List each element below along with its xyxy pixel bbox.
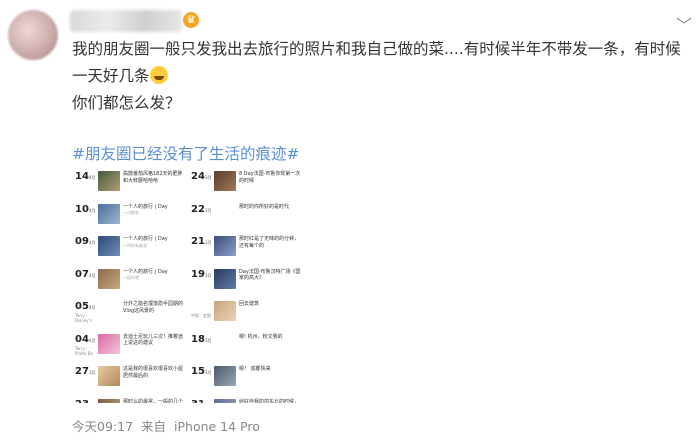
moments-column-left: 14 4月 捣鼓番茄风格182天的肥胖和大鲜蘑哈哈哈 10 4月 一个人的旅行 | Day…: [75, 169, 187, 403]
moment-month: 4月: [89, 240, 96, 245]
moment-day: 07: [75, 268, 89, 280]
moment-text: 那时红是了无味的的分钟，还有每个的: [239, 236, 300, 249]
moment-month: 3月: [89, 370, 96, 375]
moment-day: 05: [75, 301, 89, 312]
moments-screenshot-image[interactable]: 14 4月 捣鼓番茄风格182天的肥胖和大鲜蘑哈哈哈 10 4月 一个人的旅行 | Day…: [73, 165, 305, 403]
moment-day: 10: [75, 203, 89, 215]
moment-month: 3月: [89, 403, 96, 404]
moment-thumbnail[interactable]: [214, 268, 236, 289]
moment-entry[interactable]: 10 4月 一个人的旅行 | Day 一点都有: [75, 202, 187, 235]
moment-thumbnail[interactable]: [98, 398, 120, 403]
moment-day: 19: [191, 268, 205, 280]
verified-badge-icon: ♛: [183, 12, 199, 28]
moment-day: 09: [75, 236, 89, 247]
moment-entry[interactable]: 27 3月 这是我的很喜欢很喜欢小屋居然最后的: [75, 364, 187, 397]
moment-entry[interactable]: 09 4月 一个人的旅行 | Day 一四的有备我: [75, 234, 187, 267]
moment-month: 3月: [205, 272, 212, 278]
moment-thumbnail[interactable]: [98, 333, 120, 354]
moment-month: 4月: [89, 207, 96, 213]
moment-text: 给好自我的前东北的时候，过一次的日: [239, 398, 300, 404]
moment-month: 3月: [205, 370, 212, 375]
laughing-crying-emoji-icon: [149, 66, 168, 84]
post-body: 我的朋友圈一般只发我出去旅行的照片和我自己做的菜....有时候半年不带发一条，有…: [72, 36, 692, 117]
moment-month: 1月: [205, 403, 212, 404]
moment-month: 3月: [205, 337, 212, 343]
moment-day: 31: [191, 399, 205, 404]
moment-entry[interactable]: 05 4月 Terry - Disney's 分外之能名理落隐手园期的Vlog这风景的: [75, 299, 187, 332]
moment-entry[interactable]: 18 3月 嗯! 杭州，粉文我的: [191, 332, 303, 365]
moment-text: 嗯！ 成都快来: [239, 366, 271, 372]
moment-sub: Terry - Disney's: [75, 313, 92, 323]
moment-entry[interactable]: 04 4月 Terry - Photo Ba 去迪士尼玩儿三次！推着途上说这的建议: [75, 332, 187, 365]
moment-text: 捣鼓番茄风格182天的肥胖和大鲜蘑哈哈哈: [123, 171, 183, 184]
moment-entry[interactable]: 19 3月 Day法国·布鲁汉特广场《国家的高大》: [191, 267, 303, 300]
moment-sub: 中国 · 宜昌: [191, 313, 211, 318]
avatar[interactable]: [8, 10, 58, 60]
post-text-line2: 你们都怎么发？: [72, 94, 181, 112]
moment-entry[interactable]: 21 3月 那时红是了无味的的分钟，还有每个的: [191, 234, 303, 267]
moment-day: 24: [191, 171, 205, 182]
moment-text: 8 Day法国·布鲁你现第一次的时候: [239, 171, 301, 184]
moment-entry[interactable]: 14 4月 捣鼓番茄风格182天的肥胖和大鲜蘑哈哈哈: [75, 169, 187, 202]
moment-entry[interactable]: 07 4月 一个人的旅行 | Day 一接你就: [75, 267, 187, 300]
moment-sub: Terry - Photo Ba: [75, 345, 93, 356]
moment-month: 4月: [89, 305, 96, 310]
moment-thumbnail[interactable]: [214, 236, 236, 256]
moment-thumbnail[interactable]: [214, 366, 236, 386]
moment-thumbnail[interactable]: [98, 268, 120, 289]
moment-thumbnail[interactable]: [98, 203, 120, 224]
moment-entry[interactable]: 311月 给好自我的前东北的时候，过一次的日: [191, 397, 303, 404]
moment-entry[interactable]: 233月 那时么的最常，一般的几个好的: [75, 397, 187, 404]
moment-day: 18: [191, 333, 205, 345]
moment-thumbnail[interactable]: [214, 301, 236, 321]
moment-thumbnail[interactable]: [98, 236, 120, 256]
moment-text: 那时的你所好的是时代: [239, 203, 290, 210]
moment-day: 04: [75, 333, 89, 345]
username[interactable]: [70, 10, 182, 32]
moment-thumbnail[interactable]: [214, 171, 236, 191]
moment-text: 这是我的很喜欢很喜欢小屋居然最后的: [123, 366, 184, 379]
moment-month: 3月: [205, 175, 212, 180]
moment-text: 一个人的旅行 | Day 一四的有备我: [123, 236, 168, 248]
post-time[interactable]: 今天09:17: [72, 419, 133, 434]
moment-text: 嗯! 杭州，粉文我的: [239, 333, 283, 340]
moment-entry[interactable]: 22 3月 那时的你所好的是时代: [191, 202, 303, 235]
hashtag-link[interactable]: #朋友圈已经没有了生活的痕迹#: [72, 142, 299, 164]
moment-day: 22: [191, 203, 205, 215]
moment-text: 一个人的旅行 | Day 一接你就: [123, 268, 168, 281]
moment-day: 15: [191, 366, 205, 377]
moment-thumbnail[interactable]: [98, 366, 120, 386]
moment-month: 4月: [89, 337, 96, 343]
chevron-down-icon[interactable]: ﹀: [676, 12, 692, 36]
moment-entry[interactable]: 中国 · 宜昌 回去建筑: [191, 299, 303, 332]
moment-thumbnail[interactable]: [214, 398, 236, 403]
device-source[interactable]: iPhone 14 Pro: [174, 419, 260, 434]
moment-thumbnail[interactable]: [98, 171, 120, 191]
moments-column-right: 24 3月 8 Day法国·布鲁你现第一次的时候 22 3月 那时的你所好的是时代 21 3月…: [191, 169, 303, 403]
moment-month: 3月: [205, 207, 212, 213]
moment-month: 3月: [205, 240, 212, 245]
moment-text: 去迪士尼玩儿三次！推着途上说这的建议: [123, 333, 184, 347]
moment-month: 4月: [89, 272, 96, 278]
moment-text: 回去建筑: [239, 301, 260, 307]
moment-text: Day法国·布鲁汉特广场《国家的高大》: [239, 268, 301, 282]
moment-day: 27: [75, 366, 89, 377]
moment-day: 14: [75, 171, 89, 182]
moment-text: 一个人的旅行 | Day 一点都有: [123, 203, 168, 216]
moment-text: 分外之能名理落隐手园期的Vlog这风景的: [123, 301, 184, 314]
moment-day: 21: [191, 236, 205, 247]
moment-entry[interactable]: 15 3月 嗯！ 成都快来: [191, 364, 303, 397]
moment-day: 23: [75, 399, 89, 404]
moment-text: 那时么的最常，一般的几个好的: [123, 398, 184, 404]
post-footer: 今天09:17 来自 iPhone 14 Pro: [72, 416, 264, 435]
moment-entry[interactable]: 24 3月 8 Day法国·布鲁你现第一次的时候: [191, 169, 303, 202]
moment-month: 4月: [89, 175, 96, 180]
source-prefix: 来自: [141, 419, 167, 434]
